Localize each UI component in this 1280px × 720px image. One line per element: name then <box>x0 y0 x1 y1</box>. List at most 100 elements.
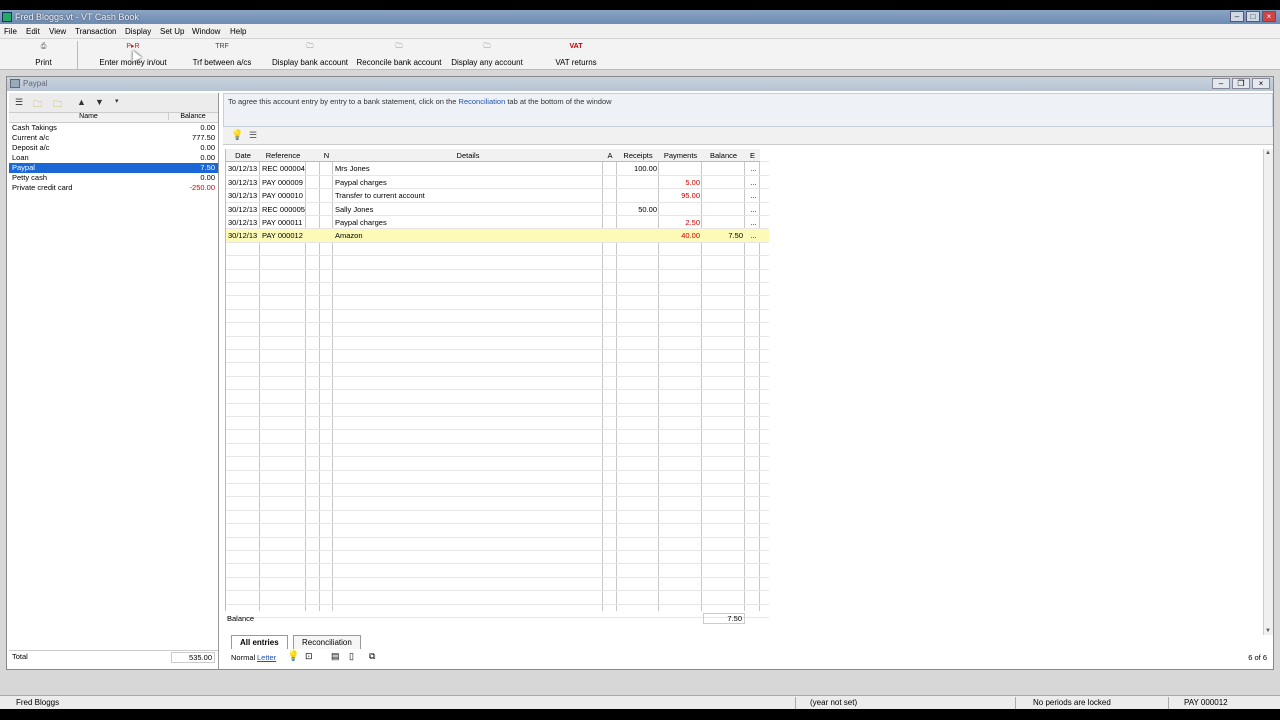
scroll-up-icon[interactable]: ▲ <box>1265 150 1271 156</box>
ledger-header-cell[interactable] <box>306 149 320 162</box>
info-reconciliation-link[interactable]: Reconciliation <box>459 97 506 106</box>
account-row[interactable]: Loan 0.00 <box>9 153 218 163</box>
view-mode[interactable]: Normal <box>231 653 255 662</box>
ledger-empty-row[interactable] <box>226 564 769 578</box>
arrow-up-icon[interactable]: ▲ <box>77 97 86 107</box>
ledger-cell-e: ... <box>750 218 757 227</box>
ledger-empty-row[interactable] <box>226 591 769 605</box>
bulb-small-icon[interactable]: 💡 <box>287 651 299 662</box>
ledger-header-cell[interactable]: Details <box>333 149 603 162</box>
dropdown-icon[interactable]: ▾ <box>115 97 119 105</box>
ledger-empty-row[interactable] <box>226 578 769 592</box>
scroll-down-icon[interactable]: ▼ <box>1265 628 1271 634</box>
maximize-icon[interactable]: □ <box>1246 11 1260 22</box>
ledger-empty-row[interactable] <box>226 430 769 444</box>
list-icon[interactable]: ☰ <box>15 97 23 108</box>
ledger-empty-row[interactable] <box>226 457 769 471</box>
grid-view-icon[interactable]: ▤ <box>331 651 340 662</box>
ledger-header-cell[interactable]: N <box>320 149 333 162</box>
ledger-empty-row[interactable] <box>226 538 769 551</box>
ledger-header-cell[interactable]: Reference <box>260 149 306 162</box>
account-balance: 0.00 <box>200 143 215 152</box>
ledger-header-cell[interactable]: Payments <box>659 149 702 162</box>
copy-icon[interactable]: ⧉ <box>369 651 375 662</box>
display-any-button[interactable]: 🗀 Display any account <box>448 41 526 69</box>
ledger-row[interactable]: 30/12/13 PAY 000010 Transfer to current ac… <box>226 189 769 203</box>
lines-icon[interactable]: ☰ <box>249 130 257 141</box>
accounts-name-header[interactable]: Name <box>9 113 169 120</box>
ledger-empty-row[interactable] <box>226 363 769 377</box>
ledger-empty-row[interactable] <box>226 256 769 270</box>
status-reference: PAY 000012 <box>1184 698 1228 707</box>
ledger-row[interactable]: 30/12/13 REC 000004 Mrs Jones 100.00... <box>226 162 769 176</box>
child-close-icon[interactable]: × <box>1252 78 1270 89</box>
ledger-header-cell[interactable]: Receipts <box>617 149 659 162</box>
info-text-after: tab at the bottom of the window <box>505 97 612 106</box>
account-name: Petty cash <box>12 173 48 182</box>
ledger-empty-row[interactable] <box>226 497 769 511</box>
ledger-empty-row[interactable] <box>226 310 769 324</box>
lightbulb-icon[interactable]: 💡 <box>231 130 243 141</box>
ledger-header-cell[interactable]: A <box>603 149 617 162</box>
ledger-row[interactable]: 30/12/13 PAY 000009 Paypal charges 5.00... <box>226 176 769 190</box>
ledger-row[interactable]: 30/12/13 PAY 000011 Paypal charges 2.50... <box>226 216 769 230</box>
page-view-icon[interactable]: ▯ <box>349 651 354 662</box>
ledger-empty-row[interactable] <box>226 417 769 431</box>
accounts-balance-header[interactable]: Balance <box>169 113 217 120</box>
menu-edit[interactable]: Edit <box>26 27 40 36</box>
arrow-down-icon[interactable]: ▼ <box>95 97 104 107</box>
menu-help[interactable]: Help <box>230 27 246 36</box>
child-restore-icon[interactable]: ❐ <box>1232 78 1250 89</box>
ledger-empty-row[interactable] <box>226 323 769 337</box>
ledger-header-cell[interactable]: E <box>745 149 760 162</box>
print-button[interactable]: ⎙ Print <box>10 41 78 69</box>
ledger-empty-row[interactable] <box>226 377 769 391</box>
menu-transaction[interactable]: Transaction <box>75 27 117 36</box>
ledger-empty-row[interactable] <box>226 484 769 498</box>
account-row[interactable]: Private credit card -250.00 <box>9 183 218 193</box>
reconcile-button[interactable]: 🗀 Reconcile bank account <box>355 41 443 69</box>
tab-reconciliation[interactable]: Reconciliation <box>293 635 361 649</box>
ledger-empty-row[interactable] <box>226 243 769 257</box>
ledger-empty-row[interactable] <box>226 350 769 364</box>
ledger-empty-row[interactable] <box>226 524 769 538</box>
ledger-empty-row[interactable] <box>226 390 769 404</box>
lock-icon[interactable]: ⊡ <box>305 651 313 662</box>
ledger-empty-row[interactable] <box>226 551 769 565</box>
account-row[interactable]: Deposit a/c 0.00 <box>9 143 218 153</box>
account-row[interactable]: Paypal 7.50 <box>9 163 218 173</box>
vat-button[interactable]: VAT VAT returns <box>545 41 607 69</box>
ledger-empty-row[interactable] <box>226 337 769 350</box>
minimize-icon[interactable]: – <box>1230 11 1244 22</box>
ledger-cell-receipts <box>617 216 659 229</box>
tab-all-entries[interactable]: All entries <box>231 635 288 649</box>
ledger-row[interactable]: 30/12/13 PAY 000012 Amazon 40.00 7.50... <box>226 229 769 243</box>
account-row[interactable]: Petty cash 0.00 <box>9 173 218 183</box>
folder-icon[interactable]: 🗀 <box>33 97 42 113</box>
child-minimize-icon[interactable]: – <box>1212 78 1230 89</box>
close-icon[interactable]: × <box>1262 11 1276 22</box>
ledger-empty-row[interactable] <box>226 471 769 484</box>
ledger-empty-row[interactable] <box>226 283 769 297</box>
account-row[interactable]: Cash Takings 0.00 <box>9 123 218 133</box>
ledger-row[interactable]: 30/12/13 REC 000005 Sally Jones 50.00... <box>226 203 769 216</box>
folder-alt-icon[interactable]: 🗀 <box>53 97 62 113</box>
display-bank-button[interactable]: 🗀 Display bank account <box>270 41 350 69</box>
ledger-cell-a <box>605 189 617 202</box>
ledger-empty-row[interactable] <box>226 444 769 458</box>
menu-file[interactable]: File <box>4 27 17 36</box>
ledger-scrollbar[interactable]: ▲ ▼ <box>1263 149 1273 635</box>
menu-window[interactable]: Window <box>192 27 220 36</box>
ledger-empty-row[interactable] <box>226 296 769 310</box>
ledger-empty-row[interactable] <box>226 404 769 417</box>
menu-view[interactable]: View <box>49 27 66 36</box>
ledger-header-cell[interactable]: Balance <box>702 149 745 162</box>
paper-size-link[interactable]: Letter <box>257 653 276 662</box>
account-row[interactable]: Current a/c 777.50 <box>9 133 218 143</box>
menu-display[interactable]: Display <box>125 27 151 36</box>
ledger-empty-row[interactable] <box>226 511 769 525</box>
transfer-button[interactable]: TRF Trf between a/cs <box>188 41 256 69</box>
ledger-header-cell[interactable]: Date <box>226 149 260 162</box>
menu-setup[interactable]: Set Up <box>160 27 184 36</box>
ledger-empty-row[interactable] <box>226 270 769 283</box>
